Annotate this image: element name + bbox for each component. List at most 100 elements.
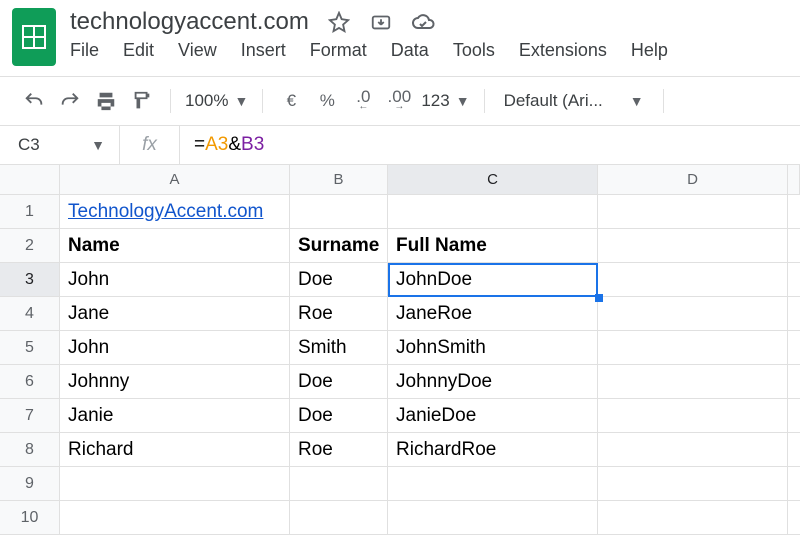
fx-icon[interactable]: fx xyxy=(120,126,180,164)
cell-C9[interactable] xyxy=(388,467,598,501)
col-header-A[interactable]: A xyxy=(60,165,290,195)
col-header-E[interactable] xyxy=(788,165,800,195)
undo-icon[interactable] xyxy=(20,87,48,115)
row-header-3[interactable]: 3 xyxy=(0,263,60,297)
cell-D1[interactable] xyxy=(598,195,788,229)
row-header-6[interactable]: 6 xyxy=(0,365,60,399)
row-header-2[interactable]: 2 xyxy=(0,229,60,263)
cell-A7[interactable]: Janie xyxy=(60,399,290,433)
cell-B4[interactable]: Roe xyxy=(290,297,388,331)
cell-B9[interactable] xyxy=(290,467,388,501)
cell-A5[interactable]: John xyxy=(60,331,290,365)
cell-E2[interactable] xyxy=(788,229,800,263)
cell-E8[interactable] xyxy=(788,433,800,467)
cell-C4[interactable]: JaneRoe xyxy=(388,297,598,331)
cloud-status-icon[interactable] xyxy=(411,10,435,34)
cell-B2[interactable]: Surname xyxy=(290,229,388,263)
cell-A2[interactable]: Name xyxy=(60,229,290,263)
number-format-dropdown[interactable]: 123▼ xyxy=(421,91,469,111)
name-box[interactable]: C3 ▼ xyxy=(0,126,120,164)
cell-A1[interactable]: TechnologyAccent.com xyxy=(60,195,290,229)
row-header-8[interactable]: 8 xyxy=(0,433,60,467)
percent-button[interactable]: % xyxy=(313,87,341,115)
decrease-decimal-button[interactable]: .0← xyxy=(349,87,377,115)
select-all-corner[interactable] xyxy=(0,165,60,195)
col-header-B[interactable]: B xyxy=(290,165,388,195)
cell-A4[interactable]: Jane xyxy=(60,297,290,331)
menu-edit[interactable]: Edit xyxy=(123,40,154,61)
toolbar: 100%▼ € % .0← .00→ 123▼ Default (Ari...▼ xyxy=(0,77,800,125)
cell-E9[interactable] xyxy=(788,467,800,501)
cell-C10[interactable] xyxy=(388,501,598,535)
cell-E1[interactable] xyxy=(788,195,800,229)
cell-D6[interactable] xyxy=(598,365,788,399)
cell-D5[interactable] xyxy=(598,331,788,365)
cell-D4[interactable] xyxy=(598,297,788,331)
toolbar-sep xyxy=(663,89,664,113)
formula-input[interactable]: =A3&B3 xyxy=(180,134,800,156)
redo-icon[interactable] xyxy=(56,87,84,115)
cell-C5[interactable]: JohnSmith xyxy=(388,331,598,365)
row-header-5[interactable]: 5 xyxy=(0,331,60,365)
font-dropdown[interactable]: Default (Ari...▼ xyxy=(499,90,649,112)
menu-format[interactable]: Format xyxy=(310,40,367,61)
col-header-C[interactable]: C xyxy=(388,165,598,195)
cell-E10[interactable] xyxy=(788,501,800,535)
increase-decimal-button[interactable]: .00→ xyxy=(385,87,413,115)
row-header-1[interactable]: 1 xyxy=(0,195,60,229)
menu-tools[interactable]: Tools xyxy=(453,40,495,61)
cell-C7[interactable]: JanieDoe xyxy=(388,399,598,433)
zoom-dropdown[interactable]: 100%▼ xyxy=(185,91,248,111)
cell-D3[interactable] xyxy=(598,263,788,297)
cell-D9[interactable] xyxy=(598,467,788,501)
cell-A8[interactable]: Richard xyxy=(60,433,290,467)
row-header-10[interactable]: 10 xyxy=(0,501,60,535)
row-header-7[interactable]: 7 xyxy=(0,399,60,433)
cell-E6[interactable] xyxy=(788,365,800,399)
cell-D8[interactable] xyxy=(598,433,788,467)
menu-view[interactable]: View xyxy=(178,40,217,61)
cell-A6[interactable]: Johnny xyxy=(60,365,290,399)
cell-A10[interactable] xyxy=(60,501,290,535)
cell-B10[interactable] xyxy=(290,501,388,535)
cell-E7[interactable] xyxy=(788,399,800,433)
row-header-9[interactable]: 9 xyxy=(0,467,60,501)
cell-D10[interactable] xyxy=(598,501,788,535)
cell-E5[interactable] xyxy=(788,331,800,365)
cell-D7[interactable] xyxy=(598,399,788,433)
currency-button[interactable]: € xyxy=(277,87,305,115)
row-header-4[interactable]: 4 xyxy=(0,297,60,331)
cell-A3[interactable]: John xyxy=(60,263,290,297)
doc-title[interactable]: technologyaccent.com xyxy=(70,8,309,36)
cell-E3[interactable] xyxy=(788,263,800,297)
formula-token-ref: B3 xyxy=(241,134,264,156)
cell-B3[interactable]: Doe xyxy=(290,263,388,297)
cell-B1[interactable] xyxy=(290,195,388,229)
col-header-D[interactable]: D xyxy=(598,165,788,195)
paint-format-icon[interactable] xyxy=(128,87,156,115)
move-icon[interactable] xyxy=(369,10,393,34)
menu-data[interactable]: Data xyxy=(391,40,429,61)
cell-C8[interactable]: RichardRoe xyxy=(388,433,598,467)
menu-file[interactable]: File xyxy=(70,40,99,61)
menu-help[interactable]: Help xyxy=(631,40,668,61)
cell-B8[interactable]: Roe xyxy=(290,433,388,467)
cell-C6[interactable]: JohnnyDoe xyxy=(388,365,598,399)
cell-D2[interactable] xyxy=(598,229,788,263)
cell-B7[interactable]: Doe xyxy=(290,399,388,433)
numfmt-label: 123 xyxy=(421,91,449,111)
cell-C3[interactable]: JohnDoe xyxy=(388,263,598,297)
cell-B5[interactable]: Smith xyxy=(290,331,388,365)
print-icon[interactable] xyxy=(92,87,120,115)
cell-C1[interactable] xyxy=(388,195,598,229)
cell-E4[interactable] xyxy=(788,297,800,331)
star-icon[interactable] xyxy=(327,10,351,34)
row-4: Jane Roe JaneRoe xyxy=(60,297,800,331)
menu-extensions[interactable]: Extensions xyxy=(519,40,607,61)
toolbar-sep xyxy=(262,89,263,113)
cell-A9[interactable] xyxy=(60,467,290,501)
cell-C2[interactable]: Full Name xyxy=(388,229,598,263)
cell-B6[interactable]: Doe xyxy=(290,365,388,399)
sheets-logo-icon[interactable] xyxy=(12,8,56,66)
menu-insert[interactable]: Insert xyxy=(241,40,286,61)
